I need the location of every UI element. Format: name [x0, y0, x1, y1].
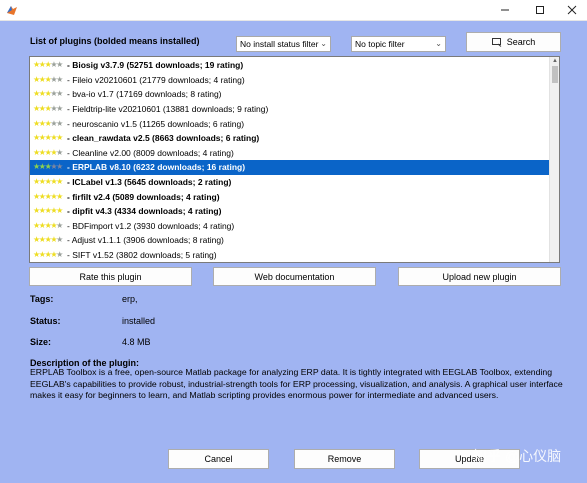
plugin-list-item[interactable]: ★★★★★ - neuroscanio v1.5 (11265 downloads…	[30, 116, 551, 131]
chevron-down-icon: ⌄	[435, 39, 442, 48]
upload-plugin-button[interactable]: Upload new plugin	[398, 267, 561, 286]
search-button-label: Search	[506, 37, 536, 47]
plugin-list-item[interactable]: ★★★★★ - Fileio v20210601 (21779 downloads…	[30, 73, 551, 88]
list-title: List of plugins (bolded means installed)	[30, 36, 200, 46]
rating-stars-icon: ★★★★★	[33, 206, 63, 216]
close-icon[interactable]	[557, 0, 587, 20]
tags-label: Tags:	[30, 294, 54, 304]
matlab-icon	[6, 4, 18, 16]
plugin-list[interactable]: ★★★★★ - SIFT v1.52 (3802 downloads; 5 rat…	[29, 56, 560, 263]
maximize-icon[interactable]	[525, 0, 555, 20]
scrollbar[interactable]: ▲	[549, 57, 559, 262]
rate-plugin-button[interactable]: Rate this plugin	[29, 267, 192, 286]
size-value: 4.8 MB	[122, 337, 151, 347]
plugin-list-item[interactable]: ★★★★★ - clean_rawdata v2.5 (8663 download…	[30, 131, 551, 146]
status-label: Status:	[30, 316, 61, 326]
plugin-list-item-label: - BDFimport v1.2 (3930 downloads; 4 rati…	[67, 220, 235, 231]
chevron-down-icon: ⌄	[320, 39, 327, 48]
plugin-list-item[interactable]: ★★★★★ - ERPLAB v8.10 (6232 downloads; 16 …	[30, 160, 551, 175]
plugin-list-item-label: - Cleanline v2.00 (8009 downloads; 4 rat…	[67, 147, 234, 158]
remove-button[interactable]: Remove	[294, 449, 395, 469]
plugin-list-item-label: - bva-io v1.7 (17169 downloads; 8 rating…	[67, 89, 222, 100]
install-status-filter-value: No install status filter	[240, 39, 319, 49]
rating-stars-icon: ★★★★★	[33, 250, 63, 260]
title-bar	[0, 0, 587, 21]
plugin-list-item-label: - Fieldtrip-lite v20210601 (13881 downlo…	[67, 104, 269, 115]
plugin-manager-panel: List of plugins (bolded means installed)…	[0, 21, 587, 483]
plugin-list-item[interactable]: ★★★★★ - dipfit v4.3 (4334 downloads; 4 ra…	[30, 204, 551, 219]
plugin-list-item[interactable]: ★★★★★ - BDFimport v1.2 (3930 downloads; 4…	[30, 219, 551, 234]
plugin-list-item-label: - Fileio v20210601 (21779 downloads; 4 r…	[67, 74, 245, 85]
rating-stars-icon: ★★★★★	[33, 220, 63, 230]
rating-stars-icon: ★★★★★	[33, 147, 63, 157]
plugin-list-item-label: - neuroscanio v1.5 (11265 downloads; 6 r…	[67, 118, 245, 129]
plugin-list-item-label: - dipfit v4.3 (4334 downloads; 4 rating)	[67, 206, 222, 217]
rating-stars-icon: ★★★★★	[33, 177, 63, 187]
minimize-icon[interactable]	[490, 0, 520, 20]
topic-filter-value: No topic filter	[355, 39, 405, 49]
status-value: installed	[122, 316, 156, 326]
plugin-list-item[interactable]: ★★★★★ - SIFT v1.52 (3802 downloads; 5 rat…	[30, 248, 551, 262]
plugin-list-item[interactable]: ★★★★★ - bva-io v1.7 (17169 downloads; 8 r…	[30, 87, 551, 102]
topic-filter[interactable]: No topic filter ⌄	[351, 36, 446, 52]
rating-stars-icon: ★★★★★	[33, 118, 63, 128]
plugin-list-item-label: - clean_rawdata v2.5 (8663 downloads; 6 …	[67, 133, 260, 144]
scrollbar-thumb[interactable]	[552, 66, 558, 83]
rating-stars-icon: ★★★★★	[33, 74, 63, 84]
rating-stars-icon: ★★★★★	[33, 60, 63, 70]
plugin-list-item[interactable]: ★★★★★ - Fieldtrip-lite v20210601 (13881 d…	[30, 102, 551, 117]
tags-value: erp,	[122, 294, 138, 304]
plugin-list-item-label: - Biosig v3.7.9 (52751 downloads; 19 rat…	[67, 60, 244, 71]
rating-stars-icon: ★★★★★	[33, 235, 63, 245]
rating-stars-icon: ★★★★★	[33, 89, 63, 99]
plugin-list-item[interactable]: ★★★★★ - Adjust v1.1.1 (3906 downloads; 8 …	[30, 233, 551, 248]
web-documentation-button[interactable]: Web documentation	[213, 267, 376, 286]
rating-stars-icon: ★★★★★	[33, 162, 63, 172]
plugin-list-item[interactable]: ★★★★★ - firfilt v2.4 (5089 downloads; 4 r…	[30, 189, 551, 204]
watermark: 知乎 @心仪脑	[473, 448, 562, 464]
cancel-button[interactable]: Cancel	[168, 449, 269, 469]
plugin-list-item-label: - ERPLAB v8.10 (6232 downloads; 16 ratin…	[67, 162, 246, 173]
size-label: Size:	[30, 337, 52, 347]
install-status-filter[interactable]: No install status filter ⌄	[236, 36, 331, 52]
rating-stars-icon: ★★★★★	[33, 191, 63, 201]
description-text: ERPLAB Toolbox is a free, open-source Ma…	[30, 367, 563, 400]
plugin-list-item-label: - firfilt v2.4 (5089 downloads; 4 rating…	[67, 191, 220, 202]
plugin-list-item[interactable]: ★★★★★ - Biosig v3.7.9 (52751 downloads; 1…	[30, 58, 551, 73]
plugin-list-item-label: - ICLabel v1.3 (5645 downloads; 2 rating…	[67, 177, 232, 188]
scroll-up-icon[interactable]: ▲	[552, 58, 558, 64]
plugin-list-item-label: - SIFT v1.52 (3802 downloads; 5 rating)	[67, 250, 217, 261]
plugin-list-item[interactable]: ★★★★★ - ICLabel v1.3 (5645 downloads; 2 r…	[30, 175, 551, 190]
plugin-list-item-label: - Adjust v1.1.1 (3906 downloads; 8 ratin…	[67, 235, 224, 246]
rating-stars-icon: ★★★★★	[33, 133, 63, 143]
rating-stars-icon: ★★★★★	[33, 104, 63, 114]
plugin-list-item[interactable]: ★★★★★ - Cleanline v2.00 (8009 downloads; …	[30, 146, 551, 161]
search-button[interactable]: Search	[466, 32, 561, 52]
search-box-icon	[491, 37, 502, 47]
